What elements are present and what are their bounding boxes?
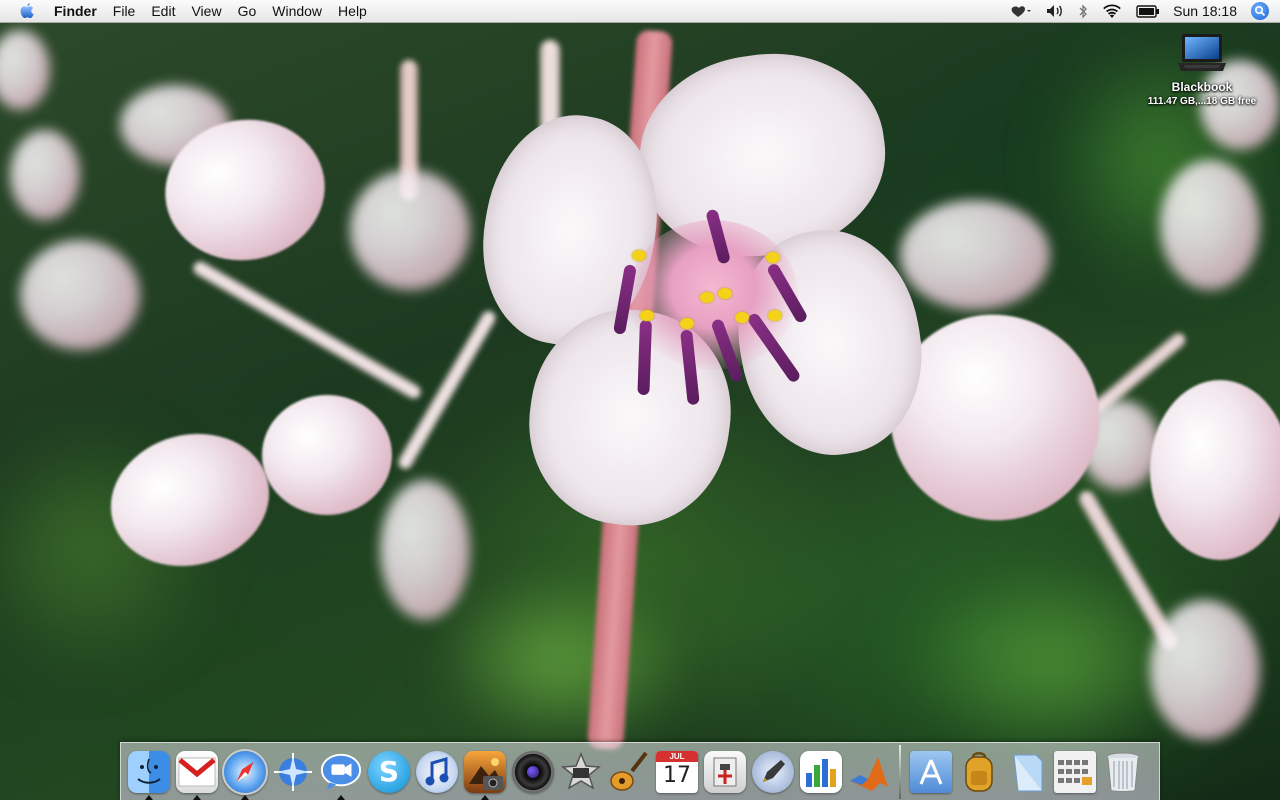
menu-edit[interactable]: Edit bbox=[143, 0, 183, 22]
dock-item-matlab[interactable] bbox=[845, 744, 893, 800]
aperture-icon bbox=[512, 750, 554, 793]
dock-item-imovie[interactable] bbox=[557, 744, 605, 800]
dock: S JUL 17 bbox=[120, 742, 1160, 800]
imovie-icon bbox=[560, 751, 602, 793]
disk-info-label: 111.47 GB,...18 GB free bbox=[1147, 96, 1257, 107]
iphoto-icon bbox=[464, 750, 506, 793]
trash-icon bbox=[1102, 751, 1144, 793]
dock-item-script-editor[interactable] bbox=[749, 744, 797, 800]
ichat-icon bbox=[320, 751, 362, 793]
grid-stack-icon bbox=[1054, 750, 1096, 793]
laptop-disk-icon bbox=[1176, 32, 1228, 76]
menu-help[interactable]: Help bbox=[330, 0, 375, 22]
itunes-icon bbox=[416, 750, 458, 793]
dock-item-trash[interactable] bbox=[1099, 744, 1147, 800]
apple-menu-icon[interactable] bbox=[17, 1, 37, 21]
pen-icon bbox=[752, 750, 794, 793]
desktop-disk-blackbook[interactable]: Blackbook 111.47 GB,...18 GB free bbox=[1138, 32, 1266, 107]
dock-item-aperture[interactable] bbox=[509, 744, 557, 800]
finder-icon bbox=[128, 750, 170, 793]
dock-item-charts[interactable] bbox=[797, 744, 845, 800]
running-indicator bbox=[241, 794, 249, 800]
dock-item-finder[interactable] bbox=[125, 744, 173, 800]
dock-item-ichat[interactable] bbox=[317, 744, 365, 800]
dock-separator bbox=[899, 744, 901, 799]
status-area: Sun 18:18 bbox=[1003, 0, 1280, 22]
volume-icon[interactable] bbox=[1046, 4, 1064, 18]
skype-icon: S bbox=[368, 750, 410, 793]
dock-item-grid[interactable] bbox=[1051, 744, 1099, 800]
running-indicator bbox=[145, 794, 153, 800]
mail-icon bbox=[176, 750, 218, 793]
dock-item-garageband[interactable] bbox=[605, 744, 653, 800]
dock-item-applications-folder[interactable] bbox=[907, 744, 955, 800]
dock-item-ical[interactable]: JUL 17 bbox=[653, 744, 701, 800]
matlab-icon bbox=[848, 751, 890, 793]
running-indicator bbox=[193, 794, 201, 800]
applications-folder-icon bbox=[910, 750, 952, 793]
menu-file[interactable]: File bbox=[105, 0, 144, 22]
menu-bar: Finder File Edit View Go Window Help Sun… bbox=[0, 0, 1280, 23]
dock-item-iphoto[interactable] bbox=[461, 744, 509, 800]
safari-icon bbox=[222, 748, 268, 795]
menu-window[interactable]: Window bbox=[264, 0, 330, 22]
ical-day: 17 bbox=[663, 762, 691, 788]
bluetooth-icon[interactable] bbox=[1078, 3, 1088, 19]
garageband-icon bbox=[608, 751, 650, 793]
dock-item-backpack[interactable] bbox=[955, 744, 1003, 800]
documents-stack-icon bbox=[1006, 751, 1048, 793]
running-indicator bbox=[337, 794, 345, 800]
menu-clock[interactable]: Sun 18:18 bbox=[1173, 3, 1237, 19]
dock-item-utility[interactable] bbox=[701, 744, 749, 800]
menu-finder[interactable]: Finder bbox=[52, 0, 105, 22]
wifi-icon[interactable] bbox=[1102, 4, 1122, 19]
dock-item-mail[interactable] bbox=[173, 744, 221, 800]
ical-month: JUL bbox=[656, 750, 698, 762]
dock-item-skype[interactable]: S bbox=[365, 744, 413, 800]
utility-icon bbox=[704, 750, 746, 793]
script-menu-icon[interactable] bbox=[1010, 4, 1032, 18]
menu-go[interactable]: Go bbox=[230, 0, 265, 22]
battery-icon[interactable] bbox=[1136, 4, 1160, 18]
disk-name-label: Blackbook bbox=[1171, 80, 1233, 94]
dock-item-documents[interactable] bbox=[1003, 744, 1051, 800]
desktop-wallpaper bbox=[0, 0, 1280, 800]
dock-item-globe[interactable] bbox=[269, 744, 317, 800]
running-indicator bbox=[481, 794, 489, 800]
globe-icon bbox=[272, 751, 314, 793]
ical-icon: JUL 17 bbox=[656, 750, 698, 793]
dock-item-safari[interactable] bbox=[221, 744, 269, 800]
backpack-icon bbox=[958, 751, 1000, 793]
spotlight-search-icon[interactable] bbox=[1251, 2, 1269, 20]
menu-view[interactable]: View bbox=[183, 0, 229, 22]
dock-item-itunes[interactable] bbox=[413, 744, 461, 800]
charts-icon bbox=[800, 750, 842, 793]
